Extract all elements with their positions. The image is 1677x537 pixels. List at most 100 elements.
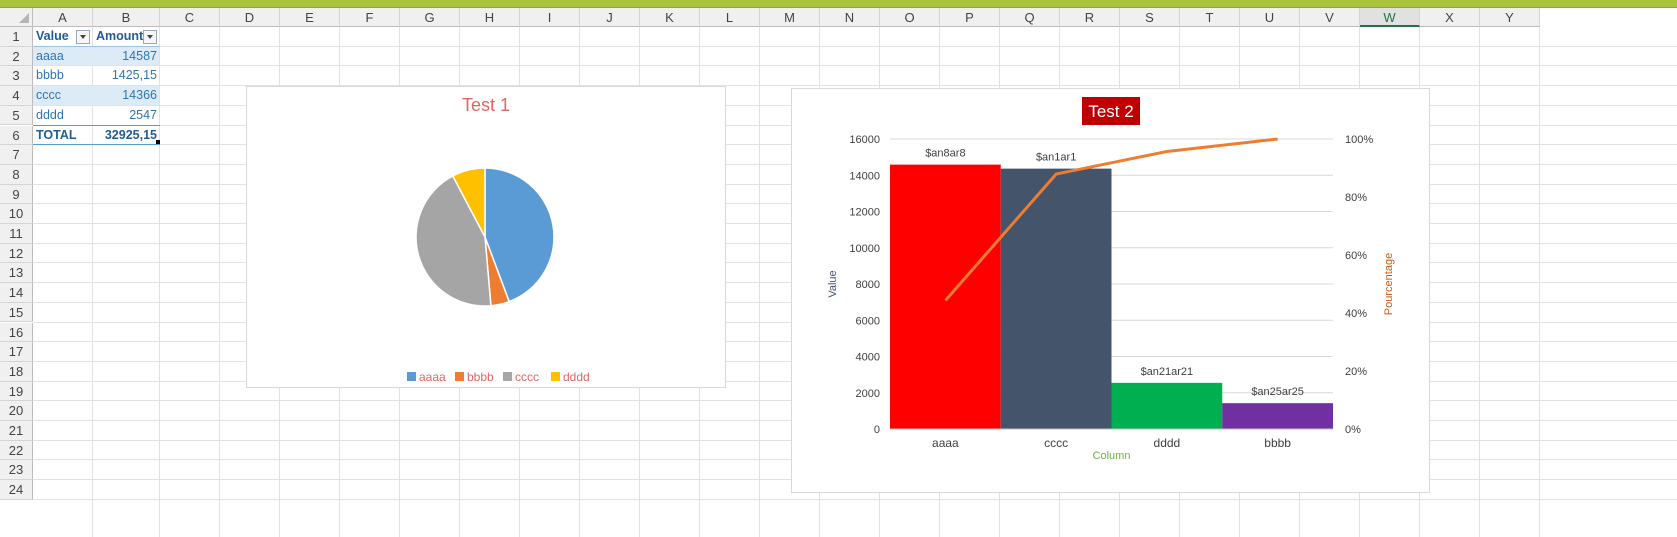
bar-data-label: $an21ar21	[1141, 366, 1194, 378]
legend-label-cccc: cccc	[515, 370, 539, 384]
legend-swatch-cccc	[503, 372, 512, 381]
y2-tick-label: 20%	[1345, 366, 1367, 378]
bar-cccc	[1000, 168, 1112, 429]
row-header-24[interactable]: 24	[0, 480, 33, 500]
filter-dropdown-button[interactable]	[143, 30, 157, 44]
y-tick-label: 4000	[856, 352, 880, 364]
ribbon-accent-bar	[0, 0, 1677, 8]
column-header-e[interactable]: E	[280, 8, 340, 27]
table-total-label[interactable]: TOTAL	[33, 126, 93, 146]
row-header-4[interactable]: 4	[0, 86, 33, 106]
y-tick-label: 10000	[849, 243, 880, 255]
column-header-s[interactable]: S	[1120, 8, 1180, 27]
row-header-23[interactable]: 23	[0, 460, 33, 481]
column-header-j[interactable]: J	[580, 8, 640, 27]
row-header-9[interactable]: 9	[0, 184, 33, 205]
gridline-horizontal	[33, 498, 1677, 500]
chart-test-1[interactable]: Test 1 aaaa bbbb cccc dddd	[246, 86, 726, 388]
x-tick-label: cccc	[1044, 436, 1068, 450]
y-tick-label: 2000	[856, 388, 880, 400]
select-all-corner[interactable]	[0, 8, 33, 27]
column-header-u[interactable]: U	[1240, 8, 1300, 27]
column-header-x[interactable]: X	[1420, 8, 1480, 27]
table-total-amount[interactable]: 32925,15	[93, 126, 160, 146]
spreadsheet-grid[interactable]: A B C D E F G H I J K L M N O P Q R S T U V W X Y 1 2 3 4 5 6 7 8 9 10 11 12…	[0, 8, 1677, 537]
column-header-t[interactable]: T	[1180, 8, 1240, 27]
column-header-g[interactable]: G	[400, 8, 460, 27]
column-header-w[interactable]: W	[1360, 8, 1420, 27]
row-header-18[interactable]: 18	[0, 361, 33, 382]
column-header-a[interactable]: A	[33, 8, 93, 27]
column-header-n[interactable]: N	[820, 8, 880, 27]
legend-swatch-bbbb	[455, 372, 464, 381]
pareto-chart-svg: Test 2 0 2000 4000 6000 8000 10000 12000 14000 16…	[827, 97, 1395, 462]
table-cell-amount[interactable]: 14366	[93, 86, 160, 106]
gridline-horizontal	[33, 45, 1677, 47]
column-header-k[interactable]: K	[640, 8, 700, 27]
row-header-19[interactable]: 19	[0, 381, 33, 402]
column-header-o[interactable]: O	[880, 8, 940, 27]
column-header-m[interactable]: M	[760, 8, 820, 27]
table-cell-amount[interactable]: 2547	[93, 106, 160, 126]
row-header-17[interactable]: 17	[0, 342, 33, 362]
row-header-21[interactable]: 21	[0, 421, 33, 441]
row-header-22[interactable]: 22	[0, 440, 33, 461]
row-header-12[interactable]: 12	[0, 243, 33, 264]
column-header-f[interactable]: F	[340, 8, 400, 27]
row-header-16[interactable]: 16	[0, 322, 33, 343]
chart-title: Test 1	[462, 95, 510, 115]
row-header-20[interactable]: 20	[0, 401, 33, 421]
legend-swatch-dddd	[551, 372, 560, 381]
column-header-l[interactable]: L	[700, 8, 760, 27]
column-header-q[interactable]: Q	[1000, 8, 1060, 27]
row-header-5[interactable]: 5	[0, 105, 33, 126]
row-header-8[interactable]: 8	[0, 164, 33, 185]
row-header-14[interactable]: 14	[0, 283, 33, 303]
y2-axis-title: Pourcentage	[1383, 253, 1395, 315]
table-resize-handle[interactable]	[156, 140, 160, 145]
table-cell-value[interactable]: bbbb	[33, 66, 93, 86]
row-header-3[interactable]: 3	[0, 66, 33, 87]
x-tick-label: bbbb	[1264, 436, 1291, 450]
x-tick-label: aaaa	[932, 436, 959, 450]
column-header-i[interactable]: I	[520, 8, 580, 27]
y2-tick-label: 0%	[1345, 424, 1361, 436]
table-cell-value[interactable]: aaaa	[33, 47, 93, 67]
column-header-v[interactable]: V	[1300, 8, 1360, 27]
y-axis-title: Value	[827, 270, 839, 297]
table-cell-value[interactable]: cccc	[33, 86, 93, 106]
row-header-10[interactable]: 10	[0, 204, 33, 224]
y-tick-label: 8000	[856, 279, 880, 291]
table-cell-amount[interactable]: 14587	[93, 47, 160, 67]
row-header-13[interactable]: 13	[0, 263, 33, 284]
row-header-15[interactable]: 15	[0, 302, 33, 323]
column-header-d[interactable]: D	[220, 8, 280, 27]
column-header-p[interactable]: P	[940, 8, 1000, 27]
row-header-7[interactable]: 7	[0, 145, 33, 165]
y2-tick-label: 80%	[1345, 192, 1367, 204]
y-tick-label: 16000	[849, 134, 880, 146]
column-header-h[interactable]: H	[460, 8, 520, 27]
row-header-1[interactable]: 1	[0, 27, 33, 47]
chart-title: Test 2	[1088, 102, 1133, 121]
column-header-y[interactable]: Y	[1480, 8, 1540, 27]
table-cell-amount[interactable]: 1425,15	[93, 66, 160, 86]
row-header-6[interactable]: 6	[0, 125, 33, 146]
row-header-11[interactable]: 11	[0, 224, 33, 244]
filter-dropdown-button[interactable]	[76, 30, 90, 44]
y2-tick-label: 100%	[1345, 134, 1373, 146]
table-cell-value[interactable]: dddd	[33, 106, 93, 126]
chart-test-2[interactable]: Test 2 0 2000 4000 6000 8000 10000 12000 14000 16…	[791, 88, 1430, 493]
column-header-r[interactable]: R	[1060, 8, 1120, 27]
legend-label-dddd: dddd	[563, 370, 590, 384]
column-header-c[interactable]: C	[160, 8, 220, 27]
bar-aaaa	[890, 164, 1001, 429]
legend-swatch-aaaa	[407, 372, 416, 381]
bar-dddd	[1111, 382, 1223, 429]
row-header-2[interactable]: 2	[0, 46, 33, 67]
column-header-b[interactable]: B	[93, 8, 160, 27]
y2-tick-label: 60%	[1345, 250, 1367, 262]
y-tick-label: 0	[874, 424, 880, 436]
bar-data-label: $an1ar1	[1036, 152, 1076, 164]
x-tick-label: dddd	[1154, 436, 1181, 450]
